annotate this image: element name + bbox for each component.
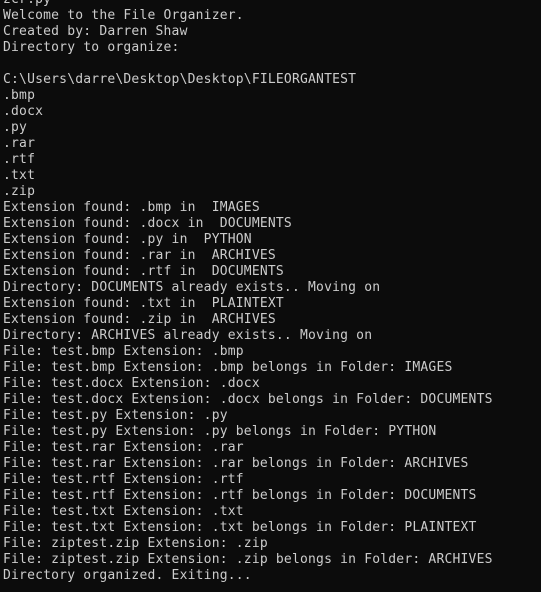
console-line: Extension found: .rar in ARCHIVES (3, 248, 276, 263)
console-line: File: test.txt Extension: .txt belongs i… (3, 520, 477, 535)
console-line: File: test.rtf Extension: .rtf (3, 472, 244, 487)
console-line: File: test.rar Extension: .rar (3, 440, 244, 455)
console-line: .txt (3, 168, 36, 183)
console-line: File: test.rtf Extension: .rtf belongs i… (3, 488, 477, 503)
console-line: File: test.docx Extension: .docx (3, 376, 260, 391)
console-line: File: test.bmp Extension: .bmp (3, 344, 244, 359)
console-line: File: test.py Extension: .py belongs in … (3, 424, 437, 439)
console-line: Extension found: .py in PYTHON (3, 232, 252, 247)
console-line: Directory to organize: (3, 40, 180, 55)
console-line: File: ziptest.zip Extension: .zip belong… (3, 552, 493, 567)
console-window[interactable]: zcr.pyWelcome to the File Organizer.Crea… (0, 0, 541, 592)
console-line: .py (3, 120, 28, 135)
console-line: zcr.py (3, 0, 493, 8)
console-line: Directory: ARCHIVES already exists.. Mov… (3, 328, 373, 343)
cursor-line (3, 584, 493, 592)
console-line: .rtf (3, 152, 36, 167)
console-line: .rar (3, 136, 36, 151)
console-line: Extension found: .bmp in IMAGES (3, 200, 260, 215)
console-line: Extension found: .txt in PLAINTEXT (3, 296, 284, 311)
console-line: File: test.rar Extension: .rar belongs i… (3, 456, 469, 471)
console-line: File: test.py Extension: .py (3, 408, 228, 423)
console-line: Extension found: .docx in DOCUMENTS (3, 216, 292, 231)
console-line: File: test.docx Extension: .docx belongs… (3, 392, 493, 407)
console-line: Created by: Darren Shaw (3, 24, 188, 39)
console-line: Welcome to the File Organizer. (3, 8, 244, 23)
console-line: Extension found: .rtf in DOCUMENTS (3, 264, 284, 279)
console-line: Directory: DOCUMENTS already exists.. Mo… (3, 280, 381, 295)
console-output: zcr.pyWelcome to the File Organizer.Crea… (3, 0, 493, 592)
console-line: .bmp (3, 88, 36, 103)
console-line: .zip (3, 184, 36, 199)
console-line: .docx (3, 104, 44, 119)
console-line: C:\Users\darre\Desktop\Desktop\FILEORGAN… (3, 72, 357, 87)
console-line: File: test.txt Extension: .txt (3, 504, 244, 519)
console-line: Directory organized. Exiting... (3, 568, 252, 583)
console-line: File: test.bmp Extension: .bmp belongs i… (3, 360, 453, 375)
console-line: File: ziptest.zip Extension: .zip (3, 536, 268, 551)
console-line: Extension found: .zip in ARCHIVES (3, 312, 276, 327)
